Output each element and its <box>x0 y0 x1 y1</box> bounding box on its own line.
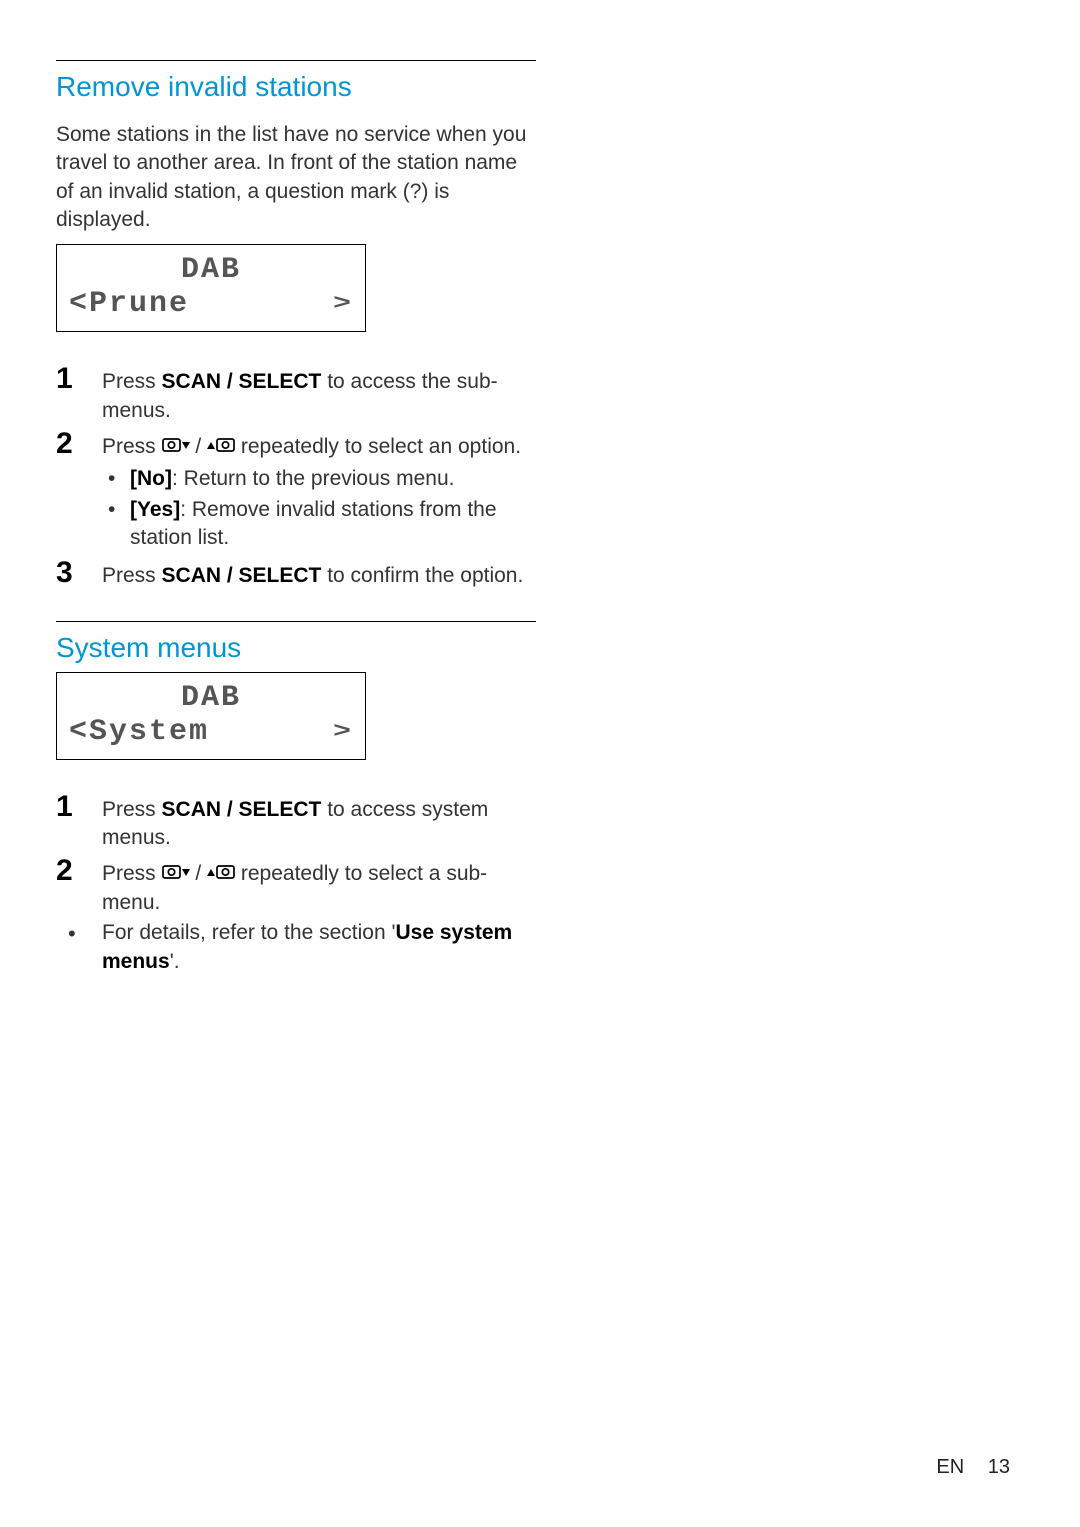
heading-remove-invalid: Remove invalid stations <box>56 71 536 103</box>
step-2: 2 Press / repeatedly to select an option… <box>56 427 536 554</box>
step-2: 2 Press / repeatedly to select a sub-men… <box>56 854 536 917</box>
section-divider <box>56 60 536 61</box>
lcd-line1: DAB <box>69 681 353 715</box>
step-text: Press / repeatedly to select an option. … <box>102 427 536 554</box>
footer-language: EN <box>936 1456 964 1478</box>
key-scan-select: SCAN / SELECT <box>162 564 322 587</box>
lcd-line2: <Prune > <box>69 287 353 321</box>
lcd-display-prune: DAB <Prune > <box>56 244 366 332</box>
lcd-line2: <System > <box>69 715 353 749</box>
heading-system-menus: System menus <box>56 632 536 664</box>
section-divider <box>56 621 536 622</box>
step-text: Press SCAN / SELECT to access the sub-me… <box>102 362 536 425</box>
step-number: 1 <box>56 362 102 395</box>
step-3: 3 Press SCAN / SELECT to confirm the opt… <box>56 556 536 590</box>
step-1: 1 Press SCAN / SELECT to access the sub-… <box>56 362 536 425</box>
steps-system-menus: 1 Press SCAN / SELECT to access system m… <box>56 790 536 917</box>
step-number: 1 <box>56 790 102 823</box>
nav-up-icon <box>207 865 235 883</box>
option-no: [No]: Return to the previous menu. <box>102 465 536 493</box>
step-text: Press / repeatedly to select a sub-menu. <box>102 854 536 917</box>
step-text: Press SCAN / SELECT to confirm the optio… <box>102 556 523 590</box>
lcd-arrow-icon: > <box>333 720 353 744</box>
lcd-line1: DAB <box>69 253 353 287</box>
steps-remove-invalid: 1 Press SCAN / SELECT to access the sub-… <box>56 362 536 590</box>
nav-down-icon <box>162 438 190 456</box>
key-scan-select: SCAN / SELECT <box>162 798 322 821</box>
step-number: 3 <box>56 556 102 589</box>
lcd-menu-text: <Prune <box>69 287 189 321</box>
content-column: Remove invalid stations Some stations in… <box>56 60 536 976</box>
page-footer: EN 13 <box>936 1456 1010 1479</box>
option-yes: [Yes]: Remove invalid stations from the … <box>102 496 536 553</box>
nav-up-icon <box>207 438 235 456</box>
step-1: 1 Press SCAN / SELECT to access system m… <box>56 790 536 853</box>
step-text: Press SCAN / SELECT to access system men… <box>102 790 536 853</box>
nav-down-icon <box>162 865 190 883</box>
key-scan-select: SCAN / SELECT <box>162 370 322 393</box>
footer-page-number: 13 <box>988 1456 1010 1478</box>
step-number: 2 <box>56 427 102 460</box>
intro-paragraph: Some stations in the list have no servic… <box>56 121 536 234</box>
lcd-display-system: DAB <System > <box>56 672 366 760</box>
step-number: 2 <box>56 854 102 887</box>
lcd-arrow-icon: > <box>333 292 353 316</box>
lcd-menu-text: <System <box>69 715 209 749</box>
option-list: [No]: Return to the previous menu. [Yes]… <box>102 465 536 552</box>
note-details: For details, refer to the section 'Use s… <box>56 919 536 976</box>
